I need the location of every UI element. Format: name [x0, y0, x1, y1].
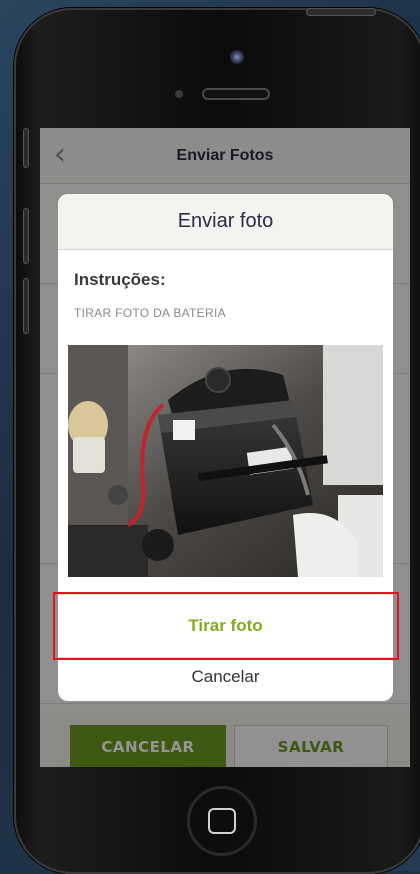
mute-switch	[23, 128, 29, 168]
dialog-header: Enviar foto	[58, 194, 393, 250]
battery-photo-image	[68, 345, 383, 577]
example-battery-photo	[68, 345, 383, 577]
highlight-box	[53, 592, 399, 660]
volume-up-button	[23, 208, 29, 264]
proximity-sensor	[175, 90, 183, 98]
earpiece-speaker	[202, 88, 270, 100]
home-button[interactable]	[187, 786, 257, 856]
home-button-icon	[208, 808, 236, 834]
app-screen: ‹ Enviar Fotos CANCELAR SALVAR Enviar fo…	[40, 128, 410, 767]
volume-down-button	[23, 278, 29, 334]
power-button	[306, 8, 376, 16]
instructions-text: TIRAR FOTO DA BATERIA	[74, 306, 226, 320]
front-camera	[230, 50, 244, 64]
instructions-label: Instruções:	[74, 270, 166, 289]
dialog-title: Enviar foto	[177, 210, 274, 232]
dialog-cancel-button[interactable]: Cancelar	[58, 658, 393, 696]
